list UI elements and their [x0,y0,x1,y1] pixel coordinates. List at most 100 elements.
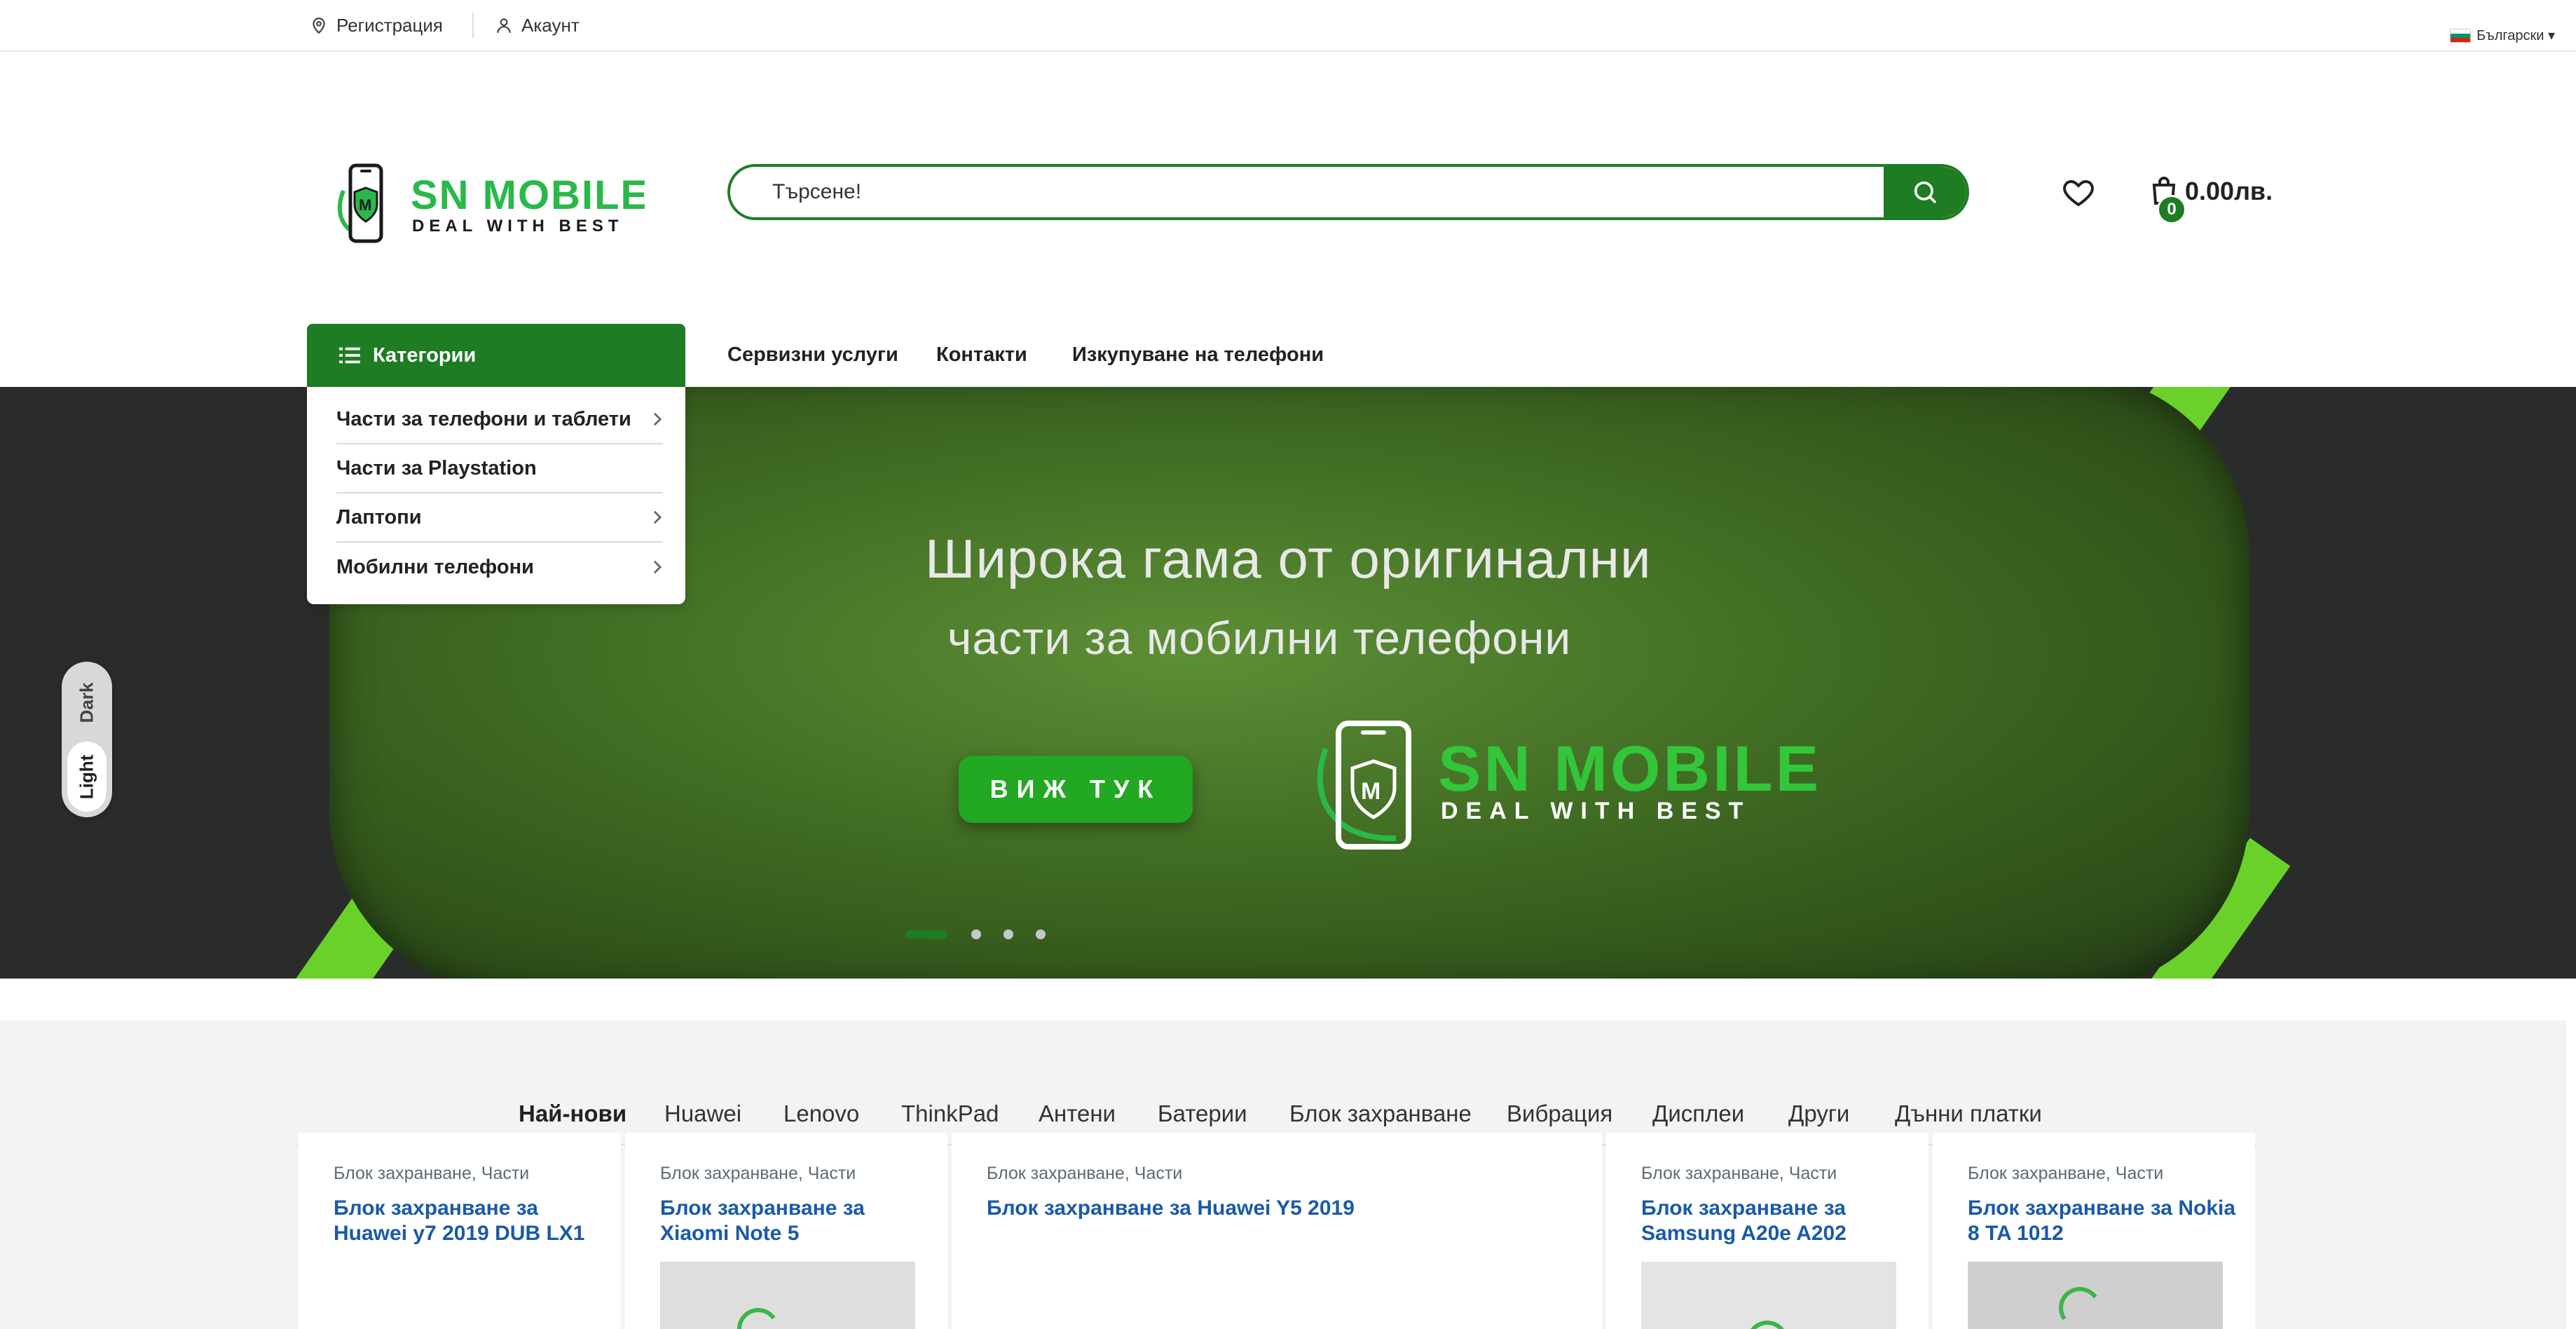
product-categories: Блок захранване, Части [660,1164,856,1183]
categories-button[interactable]: Категории [307,324,685,387]
categories-label: Категории [373,343,477,367]
product-card[interactable]: Блок захранване, Части Блок захранване з… [625,1133,947,1329]
product-title-line: Блок захранване за Huawei Y5 2019 [987,1197,1355,1220]
category-item-playstation-parts[interactable]: Части за Playstation [336,444,663,493]
theme-light-option[interactable]: Light [67,742,107,812]
chevron-right-icon [653,560,662,574]
search-bar [727,164,1969,220]
product-image[interactable] [660,1262,915,1329]
categories-menu: Части за телефони и таблети Части за Pla… [307,387,685,604]
product-category-link[interactable]: Части [1135,1164,1182,1183]
category-item-label: Части за телефони и таблети [336,407,631,430]
tab-vibration[interactable]: Вибрация [1507,1100,1612,1127]
cart-count-badge: 0 [2157,195,2186,224]
product-title-line: Блок захранване за [334,1197,538,1220]
product-title-line: Huawei y7 2019 DUB LX1 [334,1222,585,1245]
theme-dark-option[interactable]: Dark [67,667,107,737]
site-logo[interactable]: M SN MOBILE DEAL WITH BEST [334,163,645,245]
svg-text:DEAL WITH BEST: DEAL WITH BEST [412,217,624,236]
products-section: Най-нови Huawei Lenovo ThinkPad Антени Б… [0,1021,2566,1329]
slider-dot-1[interactable] [905,930,947,939]
nav-link-phone-buyback[interactable]: Изкупуване на телефони [1072,343,1324,367]
svg-text:SN MOBILE: SN MOBILE [1438,733,1821,805]
product-card[interactable]: Блок захранване, Части Блок захранване з… [1606,1133,1928,1329]
product-category-link[interactable]: Части [481,1164,529,1183]
nav-link-services[interactable]: Сервизни услуги [727,343,898,367]
slider-dot-4[interactable] [1036,929,1046,939]
category-item-label: Части за Playstation [336,456,537,479]
product-category-link[interactable]: Блок захранване [1968,1164,2106,1183]
tab-power-block[interactable]: Блок захранване [1289,1100,1472,1127]
product-card[interactable]: Блок захранване, Части Блок захранване з… [299,1133,621,1329]
product-title-line: Xiaomi Note 5 [660,1222,800,1245]
product-title[interactable]: Блок захранване за Xiaomi Note 5 [660,1196,865,1246]
product-title-line: 8 TA 1012 [1968,1222,2064,1245]
svg-text:SN MOBILE: SN MOBILE [411,172,645,218]
location-pin-icon [313,18,325,34]
theme-light-label: Light [76,754,97,799]
slider-dot-2[interactable] [971,929,981,939]
top-bar: Регистрация Акаунт Български ▾ [0,0,2576,52]
product-category-link[interactable]: Блок захранване [1641,1164,1779,1183]
svg-text:DEAL WITH BEST: DEAL WITH BEST [1441,798,1751,824]
category-item-mobile-phones[interactable]: Мобилни телефони [336,543,663,592]
svg-text:M: M [1361,778,1381,805]
theme-switcher: Dark Light [62,662,112,817]
tab-batteries[interactable]: Батерии [1158,1100,1247,1127]
category-item-laptops[interactable]: Лаптопи [336,493,663,543]
product-title-line: Блок захранване за [1641,1197,1846,1220]
search-button[interactable] [1884,167,1966,217]
product-categories: Блок захранване, Части [1641,1164,1837,1183]
product-category-link[interactable]: Части [2116,1164,2163,1183]
product-title-line: Блок захранване за [660,1197,865,1220]
language-selector[interactable]: Български ▾ [2450,27,2555,44]
signal-icon [2055,1283,2104,1329]
search-input[interactable] [730,167,1886,217]
heart-icon[interactable] [2062,175,2095,209]
product-category-link[interactable]: Части [808,1164,856,1183]
hero-cta-button[interactable]: ВИЖ ТУК [959,756,1193,823]
tab-lenovo[interactable]: Lenovo [783,1100,859,1127]
register-label: Регистрация [336,14,443,36]
product-title[interactable]: Блок захранване за Huawei y7 2019 DUB LX1 [334,1196,585,1246]
bulgarian-flag-icon [2450,28,2472,43]
category-item-phone-tablet-parts[interactable]: Части за телефони и таблети [336,395,663,444]
tab-thinkpad[interactable]: ThinkPad [901,1100,999,1127]
tab-motherboards[interactable]: Дънни платки [1895,1100,2042,1127]
product-category-link[interactable]: Блок захранване [660,1164,798,1183]
cart-total[interactable]: 0.00лв. [2185,177,2273,206]
product-image[interactable] [1968,1262,2223,1329]
list-icon [339,347,360,364]
product-categories: Блок захранване, Части [1968,1164,2164,1183]
chevron-right-icon [653,412,662,426]
product-categories: Блок захранване, Части [987,1164,1183,1183]
topbar-divider [472,13,474,38]
hero-title-line1: Широка гама от оригинални [925,528,1652,589]
tab-others[interactable]: Други [1788,1100,1849,1127]
search-icon [1914,181,1937,204]
tab-antennas[interactable]: Антени [1039,1100,1116,1127]
register-link[interactable]: Регистрация [310,13,443,38]
signal-icon [1743,1317,1792,1329]
hero-logo: M SN MOBILE DEAL WITH BEST [1317,721,1821,850]
nav-link-contacts[interactable]: Контакти [936,343,1027,367]
product-category-link[interactable]: Части [1789,1164,1837,1183]
product-card[interactable]: Блок захранване, Части Блок захранване з… [952,1133,1602,1329]
product-category-link[interactable]: Блок захранване [334,1164,472,1183]
category-item-label: Лаптопи [336,505,422,529]
tab-newest[interactable]: Най-нови [519,1100,626,1127]
chevron-right-icon [653,510,662,524]
product-image[interactable] [1641,1262,1896,1329]
product-title[interactable]: Блок захранване за Nokia 8 TA 1012 [1968,1196,2235,1246]
product-title[interactable]: Блок захранване за Huawei Y5 2019 [987,1196,1355,1221]
tab-displays[interactable]: Дисплеи [1652,1100,1744,1127]
slider-dot-3[interactable] [1003,929,1013,939]
account-link[interactable]: Акаунт [495,13,580,38]
product-category-link[interactable]: Блок захранване [987,1164,1125,1183]
product-title[interactable]: Блок захранване за Samsung A20e A202 [1641,1196,1847,1246]
product-card[interactable]: Блок захранване, Части Блок захранване з… [1933,1133,2255,1329]
product-categories: Блок захранване, Части [334,1164,530,1183]
product-tabs: Най-нови Huawei Lenovo ThinkPad Антени Б… [297,1056,2256,1155]
tab-huawei[interactable]: Huawei [664,1100,741,1127]
language-label: Български ▾ [2476,28,2555,43]
